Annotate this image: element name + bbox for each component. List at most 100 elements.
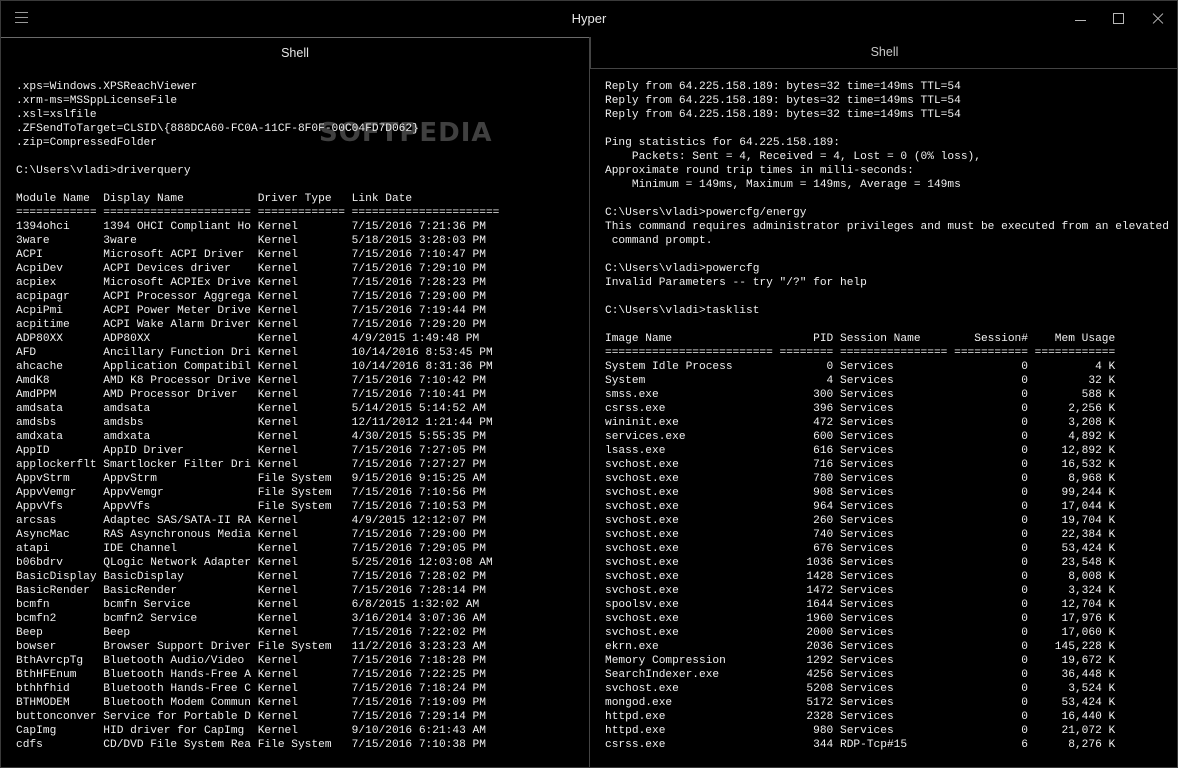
terminal-line: AmdPPM AMD Processor Driver Kernel 7/15/…	[16, 389, 486, 401]
terminal-line: svchost.exe 1036 Services 0 23,548 K	[605, 557, 1116, 569]
terminal-line: ============ ====================== ====…	[16, 207, 500, 219]
terminal-line: csrss.exe 396 Services 0 2,256 K	[605, 403, 1116, 415]
terminal-line: bowser Browser Support Driver File Syste…	[16, 641, 486, 653]
terminal-line: ekrn.exe 2036 Services 0 145,228 K	[605, 641, 1116, 653]
terminal-line: System Idle Process 0 Services 0 4 K	[605, 361, 1116, 373]
terminal-line: mongod.exe 5172 Services 0 53,424 K	[605, 697, 1116, 709]
terminal-line: AppvStrm AppvStrm File System 9/15/2016 …	[16, 473, 486, 485]
minimize-icon[interactable]	[1070, 9, 1092, 29]
terminal-line: smss.exe 300 Services 0 588 K	[605, 389, 1116, 401]
tab-shell-right[interactable]: Shell	[590, 37, 1177, 69]
terminal-line: Invalid Parameters -- try "/?" for help	[605, 277, 867, 289]
terminal-line: amdsbs amdsbs Kernel 12/11/2012 1:21:44 …	[16, 417, 493, 429]
terminal-line: Packets: Sent = 4, Received = 4, Lost = …	[605, 151, 981, 163]
close-icon[interactable]	[1147, 9, 1169, 29]
terminal-line: BTHMODEM Bluetooth Modem Commun Kernel 7…	[16, 697, 486, 709]
terminal-line: svchost.exe 908 Services 0 99,244 K	[605, 487, 1116, 499]
terminal-line: Approximate round trip times in milli-se…	[605, 165, 914, 177]
terminal-line: Memory Compression 1292 Services 0 19,67…	[605, 655, 1116, 667]
terminal-line: acpitime ACPI Wake Alarm Driver Kernel 7…	[16, 319, 486, 331]
terminal-line: .xsl=xslfile	[16, 109, 97, 121]
terminal-line: .zip=CompressedFolder	[16, 137, 157, 149]
terminal-pane-left[interactable]: .xps=Windows.XPSReachViewer .xrm-ms=MSSpp…	[16, 80, 584, 766]
terminal-line: b06bdrv QLogic Network Adapter Kernel 5/…	[16, 557, 493, 569]
terminal-line: .xrm-ms=MSSppLicenseFile	[16, 95, 178, 107]
terminal-line: CapImg HID driver for CapImg Kernel 9/10…	[16, 725, 486, 737]
terminal-line: svchost.exe 2000 Services 0 17,060 K	[605, 627, 1116, 639]
terminal-line: ADP80XX ADP80XX Kernel 4/9/2015 1:49:48 …	[16, 333, 480, 345]
terminal-line: This command requires administrator priv…	[605, 221, 1169, 233]
terminal-line: svchost.exe 740 Services 0 22,384 K	[605, 529, 1116, 541]
terminal-line: AsyncMac RAS Asynchronous Media Kernel 7…	[16, 529, 486, 541]
pane-divider[interactable]	[589, 37, 590, 767]
terminal-line: .ZFSendToTarget=CLSID\{888DCA60-FC0A-11C…	[16, 123, 419, 135]
terminal-line: Module Name Display Name Driver Type Lin…	[16, 193, 413, 205]
terminal-line: bcmfn2 bcmfn2 Service Kernel 3/16/2014 3…	[16, 613, 486, 625]
terminal-line: httpd.exe 2328 Services 0 16,440 K	[605, 711, 1116, 723]
terminal-line: Reply from 64.225.158.189: bytes=32 time…	[605, 109, 961, 121]
terminal-line: svchost.exe 780 Services 0 8,968 K	[605, 473, 1116, 485]
terminal-line: AppvVemgr AppvVemgr File System 7/15/201…	[16, 487, 486, 499]
terminal-line: svchost.exe 676 Services 0 53,424 K	[605, 543, 1116, 555]
terminal-line: AppID AppID Driver Kernel 7/15/2016 7:27…	[16, 445, 486, 457]
terminal-line: BthHFEnum Bluetooth Hands-Free A Kernel …	[16, 669, 486, 681]
terminal-line: svchost.exe 260 Services 0 19,704 K	[605, 515, 1116, 527]
terminal-line: ========================= ======== =====…	[605, 347, 1116, 359]
terminal-line: C:\Users\vladi>tasklist	[605, 305, 760, 317]
terminal-line: services.exe 600 Services 0 4,892 K	[605, 431, 1116, 443]
terminal-line: cdfs CD/DVD File System Rea File System …	[16, 739, 486, 751]
terminal-line: wininit.exe 472 Services 0 3,208 K	[605, 417, 1116, 429]
terminal-line: svchost.exe 1472 Services 0 3,324 K	[605, 585, 1116, 597]
terminal-line: Reply from 64.225.158.189: bytes=32 time…	[605, 81, 961, 93]
terminal-line: csrss.exe 344 RDP-Tcp#15 6 8,276 K	[605, 739, 1116, 751]
terminal-line: .xps=Windows.XPSReachViewer	[16, 81, 198, 93]
terminal-line: C:\Users\vladi>driverquery	[16, 165, 191, 177]
terminal-line: svchost.exe 5208 Services 0 3,524 K	[605, 683, 1116, 695]
terminal-line: SearchIndexer.exe 4256 Services 0 36,448…	[605, 669, 1116, 681]
terminal-line: acpiex Microsoft ACPIEx Drive Kernel 7/1…	[16, 277, 486, 289]
terminal-line: applockerflt Smartlocker Filter Dri Kern…	[16, 459, 486, 471]
terminal-line: 3ware 3ware Kernel 5/18/2015 3:28:03 PM	[16, 235, 486, 247]
terminal-line: AFD Ancillary Function Dri Kernel 10/14/…	[16, 347, 493, 359]
terminal-line: AcpiDev ACPI Devices driver Kernel 7/15/…	[16, 263, 486, 275]
title-bar[interactable]: Hyper	[1, 1, 1177, 37]
tab-shell-left[interactable]: Shell	[1, 37, 589, 69]
hyper-window: Hyper Shell Shell .xps=Windows.XPSReachV…	[0, 0, 1178, 768]
terminal-line: C:\Users\vladi>powercfg/energy	[605, 207, 807, 219]
terminal-line: amdxata amdxata Kernel 4/30/2015 5:55:35…	[16, 431, 486, 443]
terminal-line: svchost.exe 1428 Services 0 8,008 K	[605, 571, 1116, 583]
terminal-line: BasicDisplay BasicDisplay Kernel 7/15/20…	[16, 571, 486, 583]
terminal-line: amdsata amdsata Kernel 5/14/2015 5:14:52…	[16, 403, 486, 415]
window-title: Hyper	[571, 11, 607, 26]
terminal-line: AcpiPmi ACPI Power Meter Drive Kernel 7/…	[16, 305, 486, 317]
terminal-line: AmdK8 AMD K8 Processor Drive Kernel 7/15…	[16, 375, 486, 387]
terminal-line: Ping statistics for 64.225.158.189:	[605, 137, 840, 149]
terminal-line: AppvVfs AppvVfs File System 7/15/2016 7:…	[16, 501, 486, 513]
terminal-line: BthAvrcpTg Bluetooth Audio/Video Kernel …	[16, 655, 486, 667]
terminal-line: command prompt.	[605, 235, 713, 247]
terminal-line: ACPI Microsoft ACPI Driver Kernel 7/15/2…	[16, 249, 486, 261]
terminal-line: httpd.exe 980 Services 0 21,072 K	[605, 725, 1116, 737]
terminal-line: atapi IDE Channel Kernel 7/15/2016 7:29:…	[16, 543, 486, 555]
terminal-line: spoolsv.exe 1644 Services 0 12,704 K	[605, 599, 1116, 611]
terminal-line: buttonconver Service for Portable D Kern…	[16, 711, 486, 723]
terminal-line: svchost.exe 716 Services 0 16,532 K	[605, 459, 1116, 471]
maximize-icon[interactable]	[1108, 9, 1130, 29]
terminal-line: Reply from 64.225.158.189: bytes=32 time…	[605, 95, 961, 107]
terminal-line: System 4 Services 0 32 K	[605, 375, 1116, 387]
terminal-line: Image Name PID Session Name Session# Mem…	[605, 333, 1116, 345]
terminal-line: lsass.exe 616 Services 0 12,892 K	[605, 445, 1116, 457]
terminal-line: svchost.exe 1960 Services 0 17,976 K	[605, 613, 1116, 625]
terminal-line: 1394ohci 1394 OHCI Compliant Ho Kernel 7…	[16, 221, 486, 233]
terminal-pane-right[interactable]: Reply from 64.225.158.189: bytes=32 time…	[605, 80, 1172, 766]
terminal-line: C:\Users\vladi>powercfg	[605, 263, 760, 275]
terminal-line: Minimum = 149ms, Maximum = 149ms, Averag…	[605, 179, 961, 191]
terminal-line: BasicRender BasicRender Kernel 7/15/2016…	[16, 585, 486, 597]
